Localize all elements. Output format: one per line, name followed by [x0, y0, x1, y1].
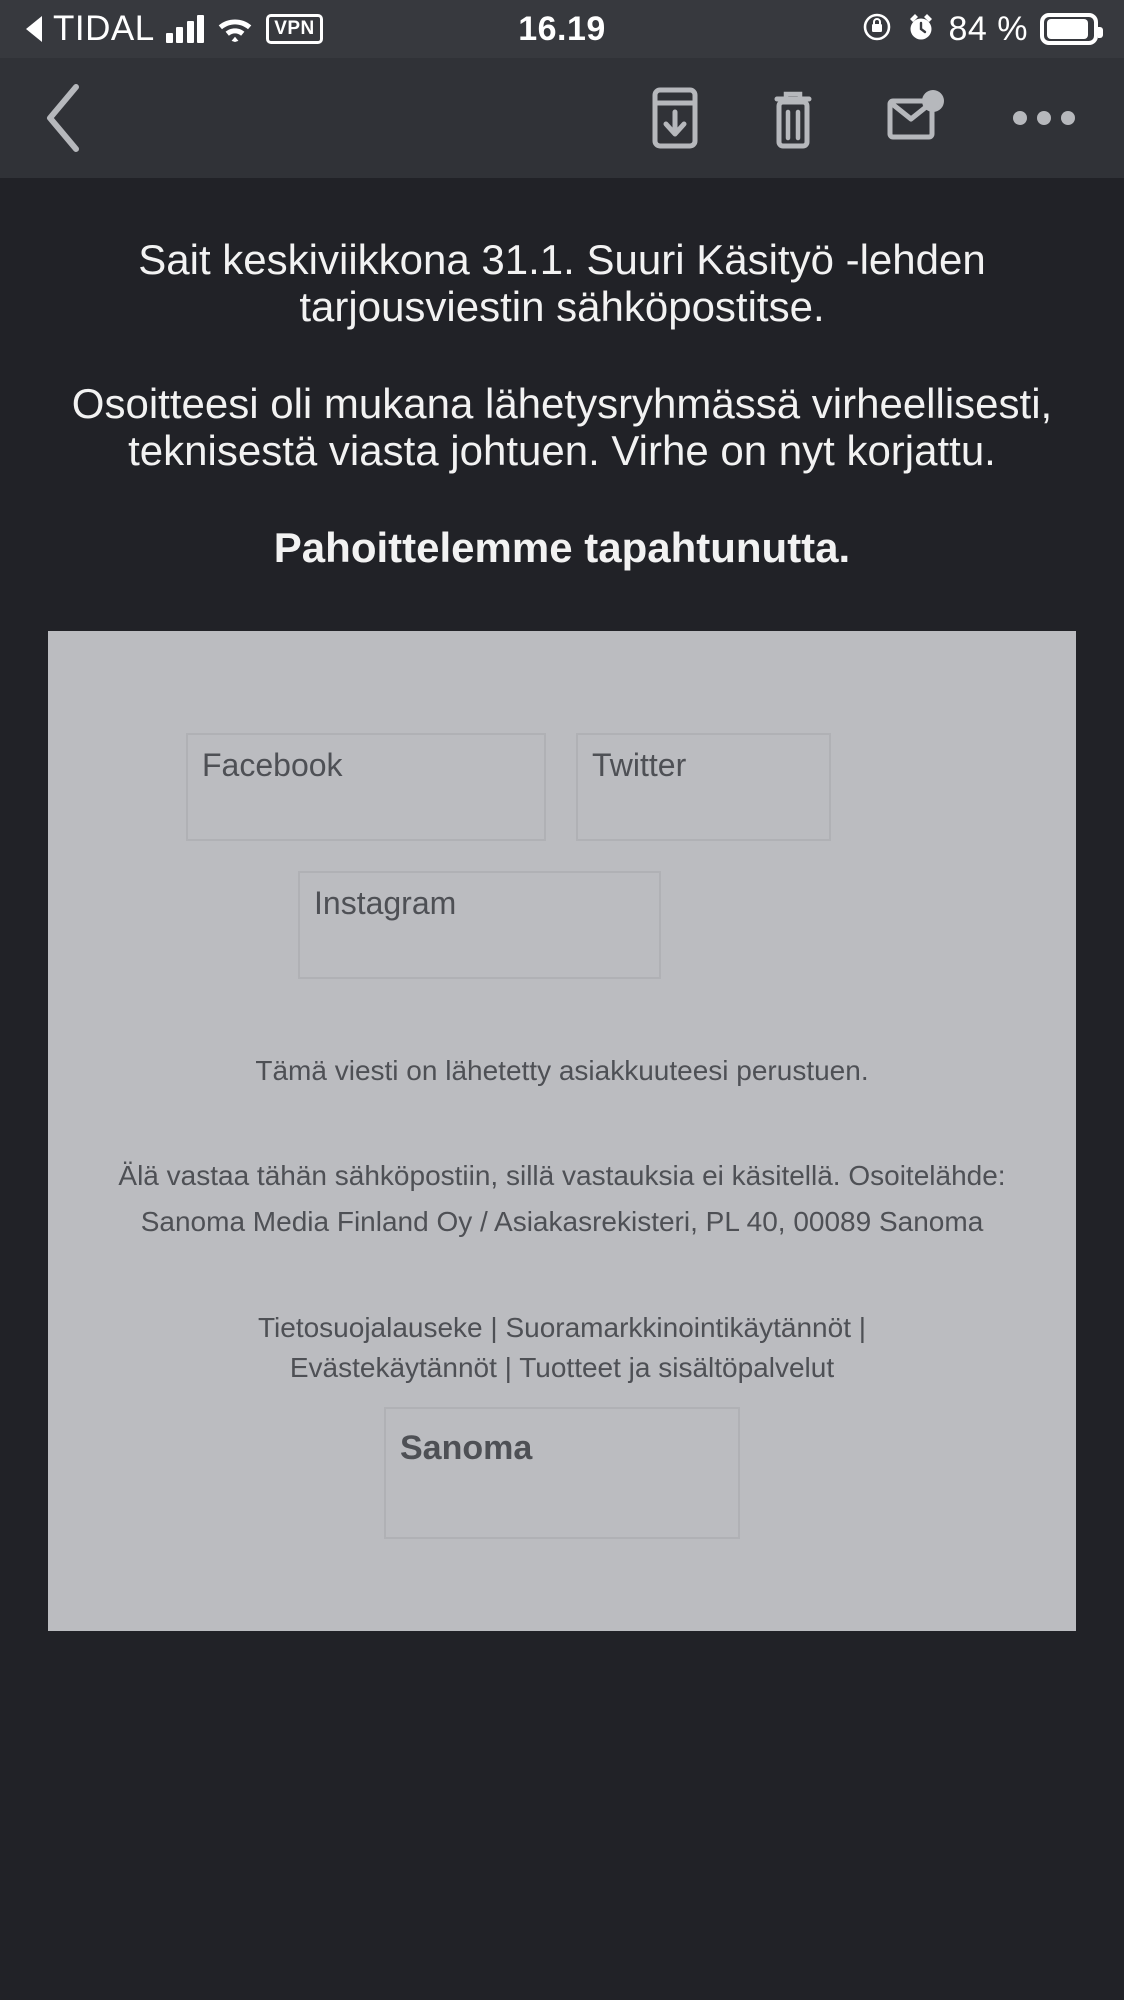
instagram-image-placeholder[interactable]: Instagram	[298, 871, 661, 980]
carrier-label: TIDAL	[53, 9, 155, 48]
mark-unread-button[interactable]	[884, 87, 946, 149]
battery-icon	[1040, 13, 1103, 45]
toolbar-actions	[648, 86, 1088, 150]
email-body: Sait keskiviikkona 31.1. Suuri Käsityö -…	[0, 178, 1124, 1632]
sanoma-logo-placeholder[interactable]: Sanoma	[384, 1406, 740, 1539]
message-text: Sait keskiviikkona 31.1. Suuri Käsityö -…	[0, 236, 1124, 571]
message-paragraph-3: Pahoittelemme tapahtunutta.	[273, 524, 851, 572]
status-bar: TIDAL VPN 16.19 84 %	[0, 0, 1124, 58]
footer-note: Tämä viesti on lähetetty asiakkuuteesi p…	[255, 1055, 869, 1087]
footer-links-line-1[interactable]: Tietosuojalauseke | Suoramarkkinointikäy…	[88, 1308, 1036, 1349]
message-paragraph-2: Osoitteesi oli mukana lähetysryhmässä vi…	[71, 380, 1053, 475]
message-paragraph-1: Sait keskiviikkona 31.1. Suuri Käsityö -…	[138, 236, 986, 331]
vpn-badge: VPN	[266, 14, 323, 44]
status-bar-center: 16.19	[518, 10, 606, 49]
clock-label: 16.19	[518, 9, 606, 48]
footer-links-line-2[interactable]: Evästekäytännöt | Tuotteet ja sisältöpal…	[88, 1348, 1036, 1389]
footer-links: Tietosuojalauseke | Suoramarkkinointikäy…	[48, 1308, 1076, 1389]
more-options-button[interactable]	[1012, 106, 1076, 130]
footer-disclaimer: Älä vastaa tähän sähköpostiin, sillä vas…	[118, 1160, 1006, 1238]
twitter-image-placeholder[interactable]: Twitter	[576, 733, 831, 842]
status-bar-left: TIDAL VPN	[26, 9, 518, 49]
facebook-image-placeholder[interactable]: Facebook	[186, 733, 546, 842]
social-links-row: Facebook Twitter	[48, 733, 1076, 842]
message-toolbar	[0, 58, 1124, 178]
rotation-lock-icon	[861, 11, 893, 48]
email-viewer-screen: TIDAL VPN 16.19 84 % Sait keskiviikkona …	[0, 0, 1124, 2000]
battery-percent-label: 84 %	[948, 9, 1028, 48]
back-to-app-icon[interactable]	[26, 16, 42, 42]
back-button[interactable]	[40, 81, 86, 155]
signal-bars-icon	[165, 15, 205, 43]
wifi-icon	[215, 12, 255, 47]
alarm-clock-icon	[905, 11, 937, 48]
status-bar-right: 84 %	[606, 9, 1103, 49]
delete-button[interactable]	[768, 86, 818, 150]
email-footer-panel: Facebook Twitter Instagram Tämä viesti o…	[48, 631, 1076, 1632]
archive-button[interactable]	[648, 86, 702, 150]
